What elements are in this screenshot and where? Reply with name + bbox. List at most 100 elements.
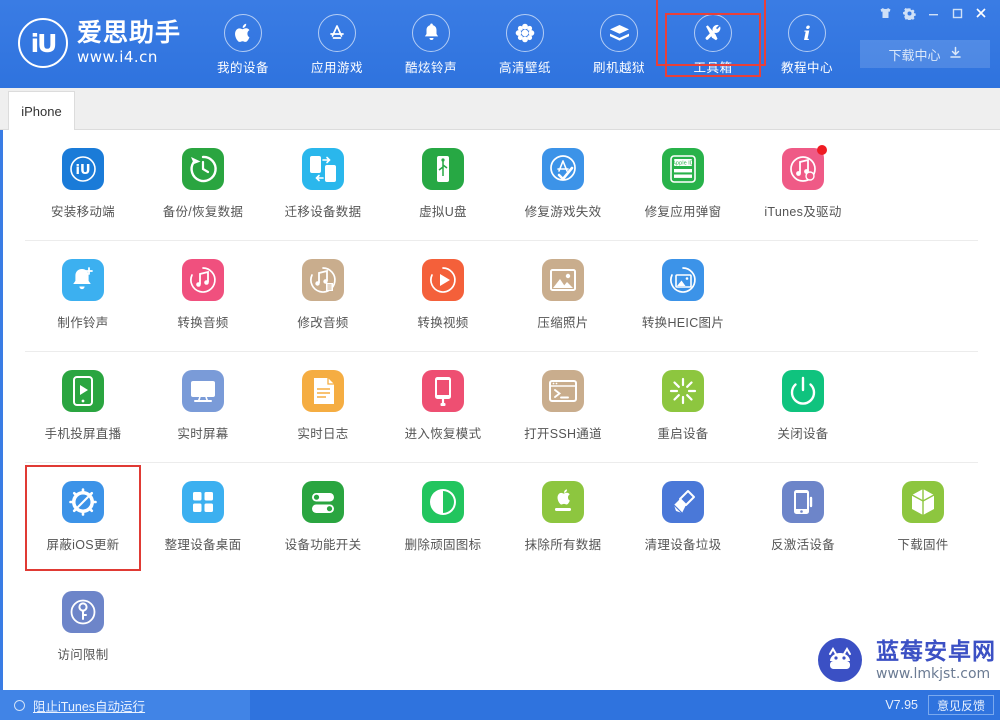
itunes-driver-icon xyxy=(782,145,827,190)
ssh-terminal-icon xyxy=(542,370,584,412)
minimize-icon[interactable] xyxy=(922,4,944,22)
convert-video-icon xyxy=(422,259,464,301)
window-controls xyxy=(874,3,992,23)
tool-clean-junk[interactable]: 清理设备垃圾 xyxy=(623,463,743,573)
svg-text:Apple ID: Apple ID xyxy=(672,161,693,167)
tool-realtime-log[interactable]: 实时日志 xyxy=(263,352,383,462)
i4-app-icon: iU xyxy=(62,148,104,190)
tool-deactivate-device[interactable]: 反激活设备 xyxy=(743,463,863,573)
recovery-mode-icon xyxy=(422,370,464,412)
nav-label: 应用游戏 xyxy=(310,61,363,75)
feature-toggle-icon xyxy=(302,481,344,523)
tool-delete-stubborn-icon[interactable]: 删除顽固图标 xyxy=(383,463,503,573)
tool-recovery-mode[interactable]: 进入恢复模式 xyxy=(383,352,503,462)
feedback-button[interactable]: 意见反馈 xyxy=(927,695,994,715)
nav-item-tutorials[interactable]: i 教程中心 xyxy=(760,14,854,76)
tool-power-off-device[interactable]: 关闭设备 xyxy=(743,352,863,462)
nav-item-apps-games[interactable]: 应用游戏 xyxy=(290,14,384,76)
power-off-icon xyxy=(782,370,824,412)
nav-item-wallpapers[interactable]: 高清壁纸 xyxy=(478,14,572,76)
close-icon[interactable] xyxy=(970,4,992,22)
tool-organize-desktop[interactable]: 整理设备桌面 xyxy=(143,463,263,573)
tool-virtual-usb[interactable]: 虚拟U盘 xyxy=(383,130,503,240)
tool-label: 清理设备垃圾 xyxy=(644,538,722,552)
tool-label: 虚拟U盘 xyxy=(419,205,467,219)
info-icon: i xyxy=(788,14,826,52)
tool-block-ios-update[interactable]: 屏蔽iOS更新 xyxy=(23,463,143,573)
tool-label: 设备功能开关 xyxy=(284,538,362,552)
tool-label: iTunes及驱动 xyxy=(764,205,842,219)
organize-desktop-icon xyxy=(182,481,224,523)
backup-restore-icon xyxy=(182,148,224,190)
tool-backup-restore[interactable]: 备份/恢复数据 xyxy=(143,130,263,240)
nav-item-flash-jailbreak[interactable]: 刷机越狱 xyxy=(572,14,666,76)
tool-label: 压缩照片 xyxy=(537,316,589,330)
logo-text: 爱思助手 www.i4.cn xyxy=(77,21,181,65)
skin-icon[interactable] xyxy=(874,4,896,22)
tools-icon xyxy=(694,14,732,52)
block-itunes-option[interactable]: 阻止iTunes自动运行 xyxy=(0,690,250,720)
tool-access-restriction[interactable]: 访问限制 xyxy=(23,573,143,683)
app-title: 爱思助手 xyxy=(77,19,182,47)
tool-migrate-device-data[interactable]: 迁移设备数据 xyxy=(263,130,383,240)
access-restriction-icon xyxy=(62,591,104,633)
realtime-log-icon xyxy=(302,370,344,412)
tool-fix-game-failure[interactable]: 修复游戏失效 xyxy=(503,130,623,240)
tool-open-ssh[interactable]: 打开SSH通道 xyxy=(503,352,623,462)
notification-badge xyxy=(817,145,827,155)
tool-convert-audio[interactable]: 转换音频 xyxy=(143,241,263,351)
tool-convert-video[interactable]: 转换视频 xyxy=(383,241,503,351)
tool-restart-device[interactable]: 重启设备 xyxy=(623,352,743,462)
download-icon xyxy=(949,46,962,62)
tool-label: 打开SSH通道 xyxy=(524,427,602,441)
tool-compress-photo[interactable]: 压缩照片 xyxy=(503,241,623,351)
delete-icon-icon xyxy=(422,481,464,523)
erase-all-data-icon xyxy=(542,481,584,523)
tool-label: 修复游戏失效 xyxy=(524,205,602,219)
tool-edit-audio[interactable]: 修改音频 xyxy=(263,241,383,351)
tool-screen-cast[interactable]: 手机投屏直播 xyxy=(23,352,143,462)
nav-item-toolbox[interactable]: 工具箱 xyxy=(656,0,766,77)
tool-install-mobile[interactable]: iU 安装移动端 xyxy=(23,130,143,240)
main-nav: 我的设备 应用游戏 酷炫铃声 高清壁纸 刷机越狱 工具箱 i 教程中心 xyxy=(196,0,854,77)
tool-label: 实时屏幕 xyxy=(177,427,229,441)
appstore-icon xyxy=(318,14,356,52)
radio-icon[interactable] xyxy=(14,699,25,711)
tool-download-firmware[interactable]: 下载固件 xyxy=(863,463,983,573)
tool-label: 备份/恢复数据 xyxy=(162,205,244,219)
nav-label: 酷炫铃声 xyxy=(404,61,457,75)
tool-label: 转换HEIC图片 xyxy=(641,316,725,330)
maximize-icon[interactable] xyxy=(946,4,968,22)
tool-realtime-screen[interactable]: 实时屏幕 xyxy=(143,352,263,462)
nav-item-ringtones[interactable]: 酷炫铃声 xyxy=(384,14,478,76)
tool-label: 修改音频 xyxy=(297,316,349,330)
convert-audio-icon xyxy=(182,259,224,301)
status-bar-right: V7.95 意见反馈 xyxy=(885,690,1000,720)
toolbox-content: iU 安装移动端 备份/恢复数据 迁移设备数据 虚拟U盘 修复游戏失效 Appl… xyxy=(0,130,1000,690)
download-center-label: 下载中心 xyxy=(888,47,941,63)
tool-label: 屏蔽iOS更新 xyxy=(46,538,120,552)
tool-label: 制作铃声 xyxy=(57,316,109,330)
nav-item-my-device[interactable]: 我的设备 xyxy=(196,14,290,76)
tool-feature-toggle[interactable]: 设备功能开关 xyxy=(263,463,383,573)
usb-drive-icon xyxy=(422,148,464,190)
tool-label: 手机投屏直播 xyxy=(44,427,122,441)
tool-label: 修复应用弹窗 xyxy=(644,205,722,219)
tool-label: 实时日志 xyxy=(297,427,349,441)
tool-label: 反激活设备 xyxy=(770,538,835,552)
tool-make-ringtone[interactable]: 制作铃声 xyxy=(23,241,143,351)
tool-label: 删除顽固图标 xyxy=(404,538,482,552)
download-center-button[interactable]: 下载中心 xyxy=(860,40,990,68)
tool-itunes-driver[interactable]: iTunes及驱动 xyxy=(743,130,863,240)
tool-erase-all-data[interactable]: 抹除所有数据 xyxy=(503,463,623,573)
block-itunes-label: 阻止iTunes自动运行 xyxy=(33,699,146,714)
realtime-screen-icon xyxy=(182,370,224,412)
tab-iphone[interactable]: iPhone xyxy=(8,91,75,130)
gear-icon[interactable] xyxy=(898,4,920,22)
flower-icon xyxy=(506,14,544,52)
tool-fix-app-popup[interactable]: Apple ID 修复应用弹窗 xyxy=(623,130,743,240)
tool-grid-row: iU 安装移动端 备份/恢复数据 迁移设备数据 虚拟U盘 修复游戏失效 Appl… xyxy=(3,130,1000,240)
make-ringtone-icon xyxy=(62,259,104,301)
download-firmware-icon xyxy=(902,481,944,523)
tool-convert-heic[interactable]: 转换HEIC图片 xyxy=(623,241,743,351)
